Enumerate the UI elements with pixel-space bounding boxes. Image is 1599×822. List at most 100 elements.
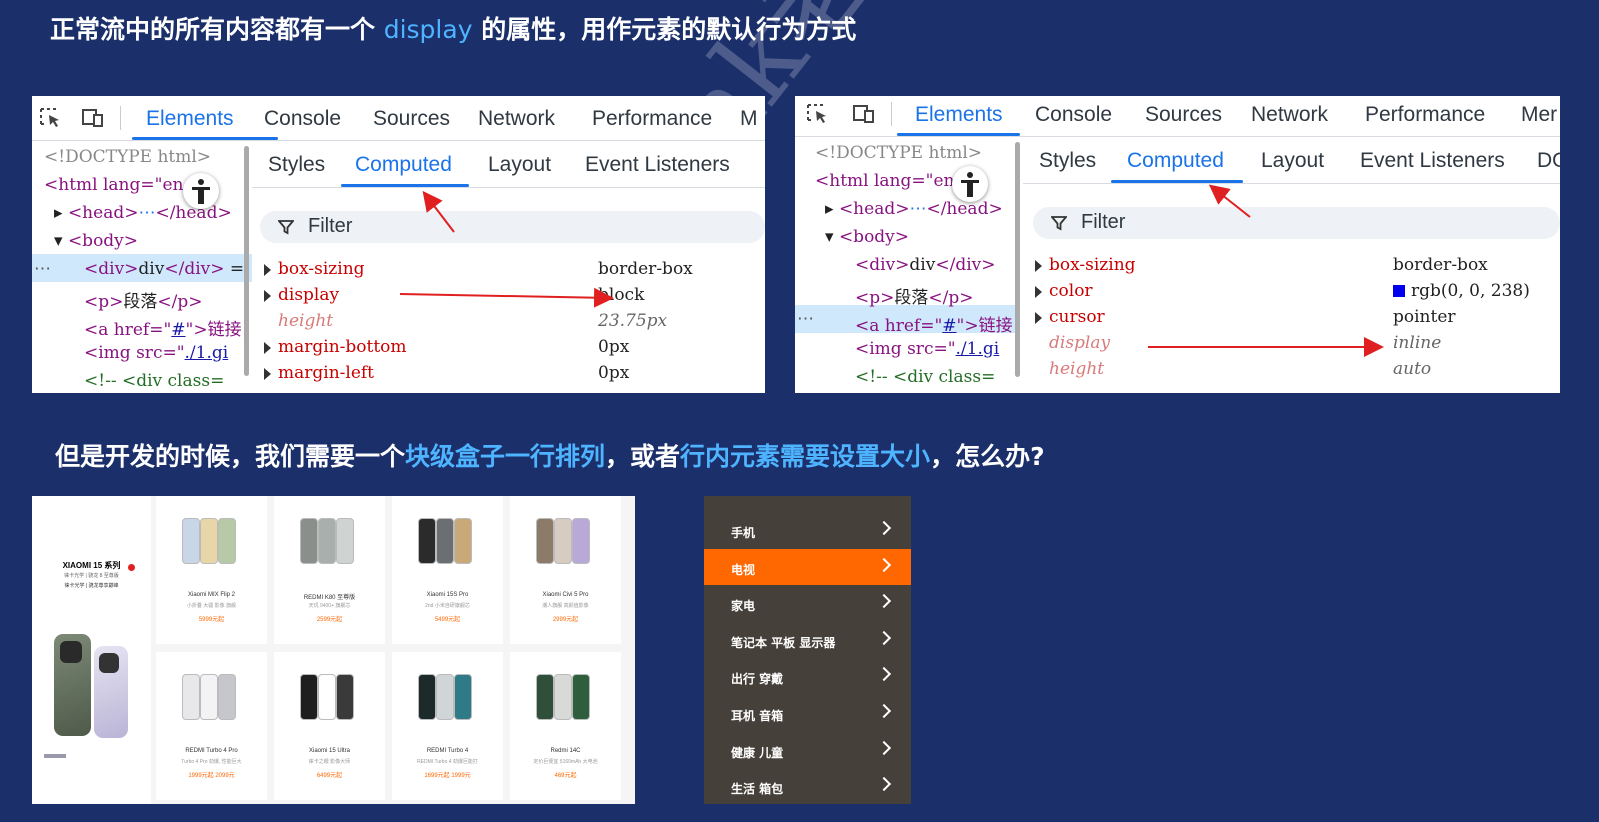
menu-item[interactable]: 电视 [704, 548, 911, 585]
tab-performance[interactable]: Performance [592, 107, 712, 131]
product-name[interactable]: REDMI Turbo 4 [392, 748, 503, 754]
expand-triangle-icon[interactable] [1035, 260, 1042, 272]
inspect-element-icon[interactable] [807, 104, 829, 124]
subtab-layout[interactable]: Layout [488, 153, 551, 177]
tab-sources[interactable]: Sources [1145, 103, 1222, 127]
subtab-styles[interactable]: Styles [268, 153, 325, 177]
expand-triangle-icon[interactable] [1035, 312, 1042, 324]
device-toolbar-icon[interactable] [82, 108, 104, 128]
menu-item[interactable]: 家电 [704, 585, 911, 621]
subtab-computed[interactable]: Computed [355, 153, 452, 177]
tab-memory-cut[interactable]: Mer [1521, 103, 1557, 127]
product-card[interactable]: Xiaomi 15S Pro 2nd 小米自研旗舰芯 5499元起 [392, 496, 503, 644]
a-href-link[interactable]: # [171, 320, 185, 340]
dom-comment[interactable]: <!-- <div class= [855, 367, 995, 387]
subtab-event-listeners[interactable]: Event Listeners [1360, 149, 1505, 173]
expand-triangle-icon[interactable] [1035, 286, 1042, 298]
product-card[interactable]: Xiaomi Civi 5 Pro 潮人旗舰 高颜值影像 2999元起 [510, 496, 621, 644]
dom-body[interactable]: ▾ <body> [54, 231, 138, 251]
menu-item[interactable]: 耳机 音箱 [704, 695, 911, 731]
tab-console[interactable]: Console [264, 107, 341, 131]
computed-prop-display[interactable]: display [1035, 333, 1110, 353]
dom-comment[interactable]: <!-- <div class= [84, 371, 224, 391]
menu-item[interactable]: 笔记本 平板 显示器 [704, 622, 911, 658]
promo-card[interactable]: XIAOMI 15 系列 徕卡光学 | 骁龙 8 至尊版 徕卡光学 | 骁龙尊享… [32, 496, 151, 804]
filter-input[interactable]: Filter [1033, 207, 1560, 239]
product-card[interactable]: Redmi 14C 定价巨便宜 5160mAh 大电池 469元起 [510, 652, 621, 800]
img-src-link[interactable]: ./1.gi [185, 343, 229, 363]
dom-html[interactable]: <html lang="en [44, 175, 183, 195]
dom-body[interactable]: ▾ <body> [825, 227, 909, 247]
tab-console[interactable]: Console [1035, 103, 1112, 127]
dom-img[interactable]: <img src="./1.gi [855, 339, 999, 359]
computed-prop-cursor[interactable]: cursor [1035, 307, 1105, 327]
tab-elements[interactable]: Elements [146, 107, 234, 131]
product-card[interactable]: REDMI Turbo 4 Pro Turbo 4 Pro 劲爆, 性能巨大 199… [156, 652, 267, 800]
computed-prop-margin-bottom[interactable]: margin-bottom [264, 337, 407, 357]
ellipsis-icon[interactable]: ⋯ [909, 199, 926, 219]
dom-div[interactable]: <div>div</div> [855, 255, 996, 275]
subtab-styles[interactable]: Styles [1039, 149, 1096, 173]
device-toolbar-icon[interactable] [853, 104, 875, 124]
dom-img[interactable]: <img src="./1.gi [84, 343, 228, 363]
promo-line2: 徕卡光学 | 骁龙尊享巅峰 [64, 583, 119, 589]
menu-item[interactable]: 出行 穿戴 [704, 658, 911, 694]
computed-prop-margin-left[interactable]: margin-left [264, 363, 374, 383]
product-name[interactable]: Xiaomi 15 Ultra [274, 748, 385, 754]
menu-item[interactable]: 健康 儿童 [704, 732, 911, 768]
subtab-dom-cut[interactable]: DO [1537, 149, 1560, 173]
a-href-link[interactable]: # [942, 316, 956, 336]
ellipsis-icon[interactable]: ⋯ [138, 203, 155, 223]
product-name[interactable]: Xiaomi Civi 5 Pro [510, 592, 621, 598]
tab-network[interactable]: Network [1251, 103, 1328, 127]
computed-prop-display[interactable]: display [264, 285, 339, 305]
tab-network[interactable]: Network [478, 107, 555, 131]
product-name[interactable]: REDMI Turbo 4 Pro [156, 748, 267, 754]
expand-triangle-icon[interactable] [264, 368, 271, 380]
color-swatch[interactable] [1393, 285, 1405, 297]
chevron-right-icon [876, 630, 892, 645]
tab-elements[interactable]: Elements [915, 103, 1003, 127]
expand-triangle-icon[interactable] [264, 290, 271, 302]
dom-div[interactable]: <div>div</div> = [84, 259, 244, 279]
tab-performance[interactable]: Performance [1365, 103, 1485, 127]
product-card[interactable]: REDMI K80 至尊版 天玑 9400+ 旗舰芯 2599元起 [274, 496, 385, 644]
expand-triangle-icon[interactable] [264, 342, 271, 354]
dom-a[interactable]: <a href="#">链接 [855, 311, 1013, 336]
tab-sources[interactable]: Sources [373, 107, 450, 131]
img-open-tag: <img src=" [84, 343, 185, 363]
product-card[interactable]: Xiaomi MIX Flip 2 小折叠 大疆 影像 旗舰 5999元起 [156, 496, 267, 644]
product-name[interactable]: Xiaomi MIX Flip 2 [156, 592, 267, 598]
tab-memory-cut[interactable]: M [740, 107, 758, 131]
product-name[interactable]: Xiaomi 15S Pro [392, 592, 503, 598]
filter-input[interactable]: Filter [260, 211, 765, 243]
dom-doctype[interactable]: <!DOCTYPE html> [44, 147, 211, 167]
dom-a[interactable]: <a href="#">链接 [84, 315, 242, 340]
dom-head[interactable]: ▸ <head>⋯</head> [825, 199, 1003, 219]
dom-scrollbar[interactable] [1015, 142, 1020, 377]
subtab-event-listeners[interactable]: Event Listeners [585, 153, 730, 177]
subtab-layout[interactable]: Layout [1261, 149, 1324, 173]
dom-p[interactable]: <p>段落</p> [855, 283, 973, 308]
img-src-link[interactable]: ./1.gi [956, 339, 1000, 359]
accessibility-button[interactable] [183, 173, 219, 209]
computed-prop-box-sizing[interactable]: box-sizing [1035, 255, 1136, 275]
menu-item[interactable]: 生活 箱包 [704, 768, 911, 804]
subtab-computed[interactable]: Computed [1127, 149, 1224, 173]
expand-triangle-icon[interactable] [264, 264, 271, 276]
menu-item[interactable]: 手机 [704, 512, 911, 548]
dom-doctype[interactable]: <!DOCTYPE html> [815, 143, 982, 163]
computed-prop-color[interactable]: color [1035, 281, 1093, 301]
product-name[interactable]: REDMI K80 至尊版 [274, 592, 385, 601]
product-name[interactable]: Redmi 14C [510, 748, 621, 754]
accessibility-button[interactable] [952, 166, 988, 202]
inspect-element-icon[interactable] [40, 108, 62, 128]
computed-prop-height[interactable]: height [1035, 359, 1104, 379]
product-card[interactable]: Xiaomi 15 Ultra 徕卡之眼 影像大师 6499元起 [274, 652, 385, 800]
computed-prop-height[interactable]: height [264, 311, 333, 331]
computed-prop-box-sizing[interactable]: box-sizing [264, 259, 365, 279]
dom-p[interactable]: <p>段落</p> [84, 287, 202, 312]
dom-scrollbar[interactable] [244, 146, 249, 376]
product-card[interactable]: REDMI Turbo 4 REDMI Turbo 4 劲爆巨能打 1699元起 1… [392, 652, 503, 800]
dom-html[interactable]: <html lang="en [815, 171, 954, 191]
